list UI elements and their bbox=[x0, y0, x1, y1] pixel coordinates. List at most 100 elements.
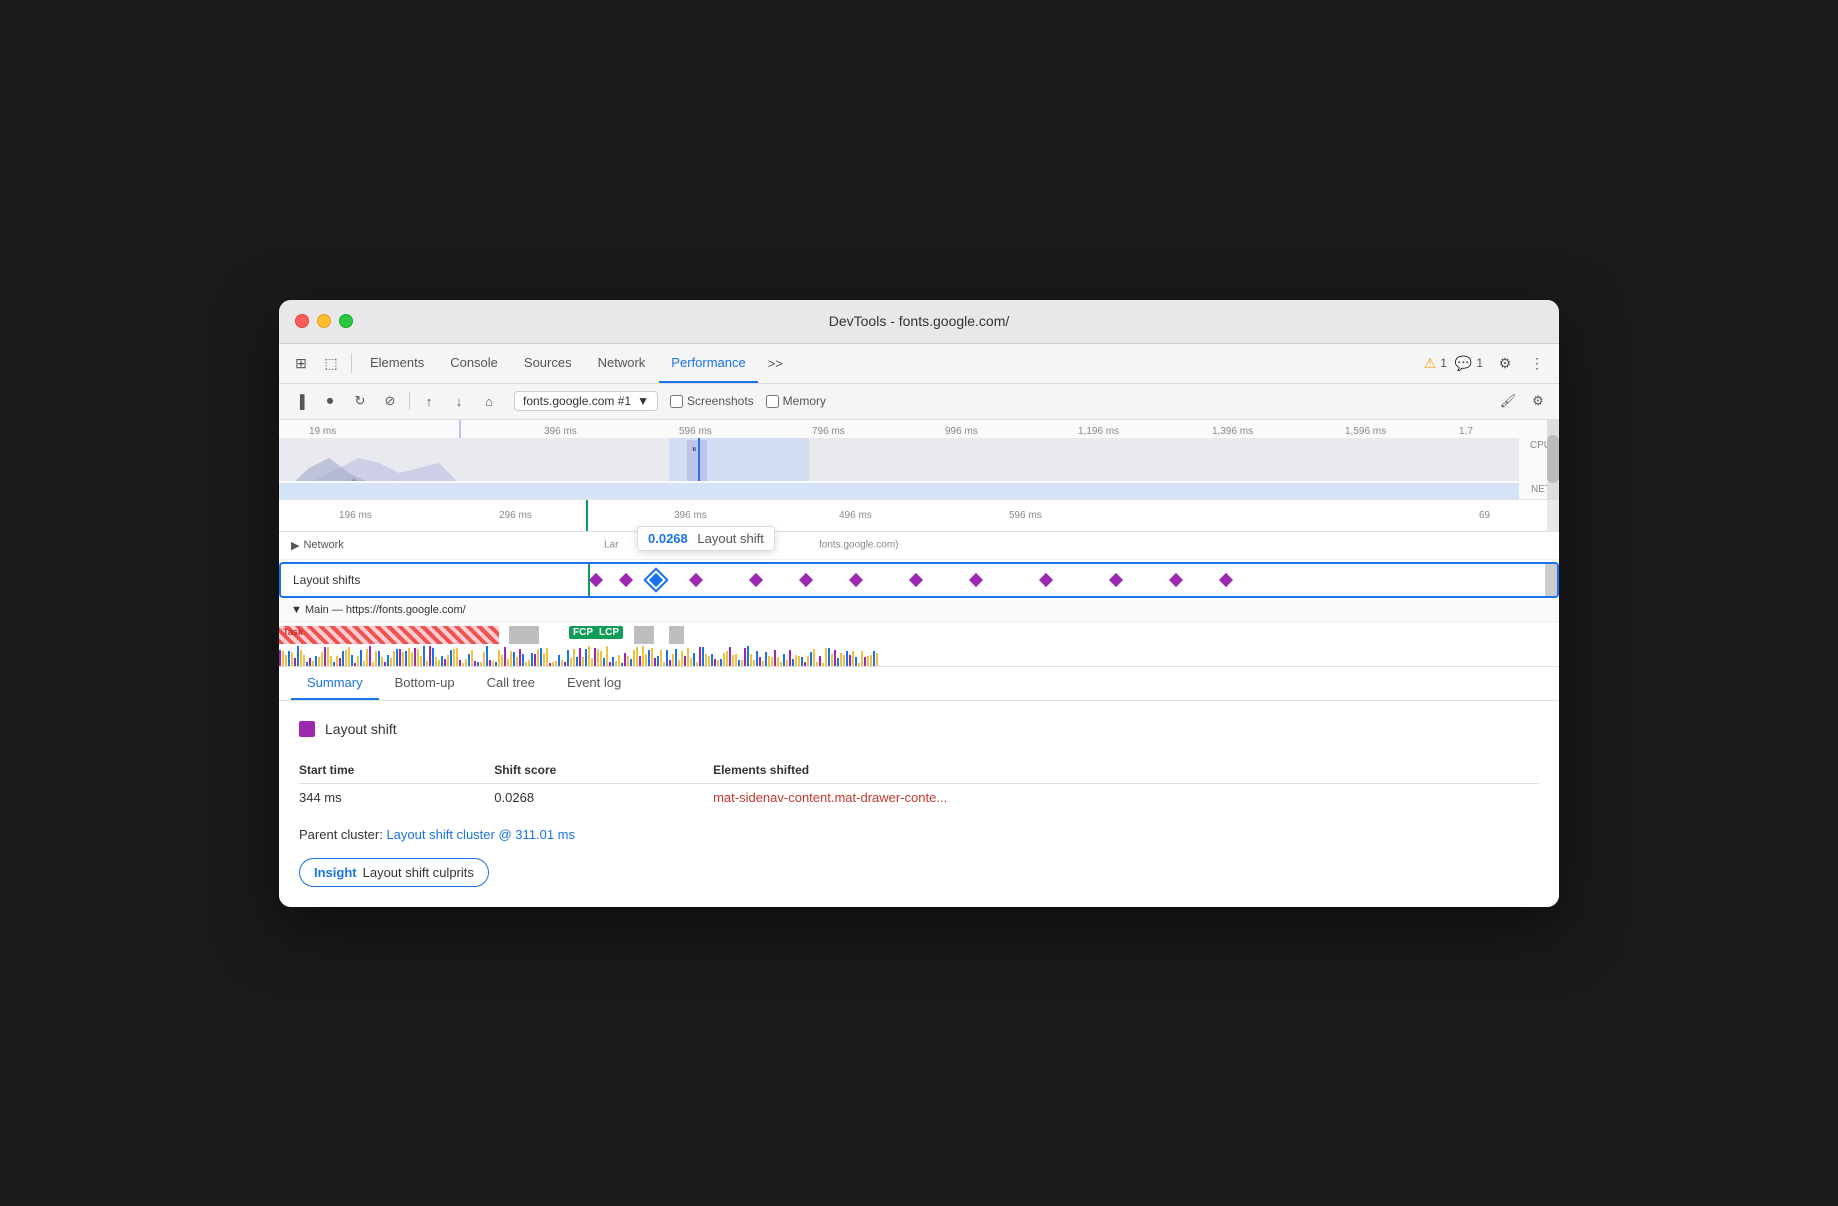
tab-console[interactable]: Console bbox=[438, 343, 510, 383]
insight-button[interactable]: Insight Layout shift culprits bbox=[299, 858, 489, 887]
lar-label: Lar bbox=[604, 540, 618, 551]
refresh-record-icon[interactable]: ↻ bbox=[347, 388, 373, 414]
time-marker-6: 1,396 ms bbox=[1212, 426, 1253, 437]
warning-badge[interactable]: ⚠ 1 bbox=[1424, 355, 1447, 372]
maximize-button[interactable] bbox=[339, 314, 353, 328]
gear-icon[interactable]: ⚙ bbox=[1525, 388, 1551, 414]
diamond-3[interactable] bbox=[749, 572, 763, 586]
upload-icon[interactable]: ↑ bbox=[416, 388, 442, 414]
cpu-chart: ⏸ bbox=[279, 438, 1519, 481]
layout-shifts-track[interactable]: Layout shifts bbox=[279, 562, 1559, 598]
diamond-6[interactable] bbox=[909, 572, 923, 586]
layout-shifts-track-container: Layout shifts bbox=[279, 562, 1559, 598]
record-icon[interactable]: ⏺ bbox=[317, 388, 343, 414]
tab-event-log[interactable]: Event log bbox=[551, 667, 637, 700]
minimize-button[interactable] bbox=[317, 314, 331, 328]
col-elements-shifted: Elements shifted bbox=[713, 757, 1539, 784]
settings-icon[interactable]: ⚙ bbox=[1491, 349, 1519, 377]
tab-performance[interactable]: Performance bbox=[659, 343, 757, 383]
tab-network[interactable]: Network bbox=[586, 343, 658, 383]
task-bar-red: Task bbox=[279, 626, 499, 644]
tab-call-tree[interactable]: Call tree bbox=[471, 667, 551, 700]
diamond-5[interactable] bbox=[849, 572, 863, 586]
main-track-header[interactable]: ▼ Main — https://fonts.google.com/ bbox=[279, 600, 1559, 622]
overview-scrollbar-thumb[interactable] bbox=[1547, 435, 1559, 482]
detail-scrollbar[interactable] bbox=[1547, 500, 1559, 531]
screenshots-checkbox-input[interactable] bbox=[670, 395, 683, 408]
perf-toolbar: ▐ ⏺ ↻ ⊘ ↑ ↓ ⌂ fonts.google.com #1 ▼ Scre… bbox=[279, 384, 1559, 420]
url-dropdown-icon: ▼ bbox=[637, 394, 649, 408]
time-marker-4: 996 ms bbox=[945, 426, 978, 437]
brush-icon[interactable]: 🖌 bbox=[1495, 388, 1521, 414]
cell-shift-score: 0.0268 bbox=[494, 783, 713, 811]
devtools-window: DevTools - fonts.google.com/ ⊞ ⬚ Element… bbox=[279, 300, 1559, 907]
sidebar-toggle-icon[interactable]: ▐ bbox=[287, 388, 313, 414]
task-bar-gray-2 bbox=[634, 626, 654, 644]
detail-marker-1: 296 ms bbox=[499, 510, 532, 521]
layout-shift-tooltip: 0.0268 Layout shift bbox=[637, 526, 775, 551]
table-row: 344 ms 0.0268 mat-sidenav-content.mat-dr… bbox=[299, 783, 1539, 811]
tab-bottom-up[interactable]: Bottom-up bbox=[379, 667, 471, 700]
overview-section[interactable]: 19 ms 396 ms 596 ms 796 ms 996 ms 1,196 … bbox=[279, 420, 1559, 500]
diamond-1[interactable] bbox=[619, 572, 633, 586]
shifts-scrollbar[interactable] bbox=[1545, 564, 1557, 596]
warning-icon: ⚠ bbox=[1424, 355, 1437, 372]
traffic-lights bbox=[295, 314, 353, 328]
diamond-9[interactable] bbox=[1109, 572, 1123, 586]
diamond-11[interactable] bbox=[1219, 572, 1233, 586]
diamond-8[interactable] bbox=[1039, 572, 1053, 586]
info-badge[interactable]: 💬 1 bbox=[1455, 355, 1483, 372]
download-icon[interactable]: ↓ bbox=[446, 388, 472, 414]
network-label-text: Network bbox=[303, 539, 343, 551]
close-button[interactable] bbox=[295, 314, 309, 328]
memory-label: Memory bbox=[783, 394, 826, 408]
memory-checkbox[interactable]: Memory bbox=[766, 394, 826, 408]
parent-cluster-link[interactable]: Layout shift cluster @ 311.01 ms bbox=[386, 827, 575, 842]
nav-right-controls: ⚠ 1 💬 1 ⚙ ⋮ bbox=[1424, 349, 1551, 377]
time-marker-7: 1,596 ms bbox=[1345, 426, 1386, 437]
more-options-icon[interactable]: ⋮ bbox=[1523, 349, 1551, 377]
nav-bar: ⊞ ⬚ Elements Console Sources Network Per… bbox=[279, 344, 1559, 384]
diamond-selected[interactable] bbox=[646, 570, 666, 590]
summary-panel: Layout shift Start time Shift score Elem… bbox=[279, 701, 1559, 907]
detail-marker-3: 496 ms bbox=[839, 510, 872, 521]
tab-elements[interactable]: Elements bbox=[358, 343, 436, 383]
more-tabs-button[interactable]: >> bbox=[760, 356, 791, 371]
task-bar-gray-3 bbox=[669, 626, 684, 644]
summary-table: Start time Shift score Elements shifted … bbox=[299, 757, 1539, 811]
clear-icon[interactable]: ⊘ bbox=[377, 388, 403, 414]
svg-text:⏸: ⏸ bbox=[692, 444, 697, 454]
diamond-7[interactable] bbox=[969, 572, 983, 586]
network-track-content: Lar Fan fonts.google.com) bbox=[379, 532, 1547, 559]
parent-cluster-prefix: Parent cluster: bbox=[299, 827, 383, 842]
url-label: fonts.google.com #1 bbox=[523, 394, 631, 408]
main-track-content: Task FCP LCP // Generate mini bars dynam… bbox=[279, 622, 1559, 666]
diamond-2[interactable] bbox=[689, 572, 703, 586]
tab-summary[interactable]: Summary bbox=[291, 667, 379, 700]
detail-marker-4: 596 ms bbox=[1009, 510, 1042, 521]
diamond-0[interactable] bbox=[589, 572, 603, 586]
fcp-badge: FCP bbox=[569, 626, 597, 639]
memory-checkbox-input[interactable] bbox=[766, 395, 779, 408]
inspect-icon[interactable]: ⬚ bbox=[317, 349, 345, 377]
overview-scrollbar[interactable] bbox=[1547, 420, 1559, 499]
url-selector[interactable]: fonts.google.com #1 ▼ bbox=[514, 391, 658, 411]
layout-shifts-content: 0.0268 Layout shift bbox=[381, 564, 1557, 596]
time-marker-0: 19 ms bbox=[309, 426, 336, 437]
dock-icon[interactable]: ⊞ bbox=[287, 349, 315, 377]
network-track-label[interactable]: ▶ Network bbox=[279, 539, 379, 552]
home-icon[interactable]: ⌂ bbox=[476, 388, 502, 414]
detail-time-markers-row: 196 ms 296 ms 396 ms 496 ms 596 ms 69 bbox=[279, 500, 1559, 532]
lcp-badge: LCP bbox=[595, 626, 623, 639]
tooltip-score: 0.0268 bbox=[648, 531, 688, 546]
task-bar-gray-1 bbox=[509, 626, 539, 644]
insight-text: Layout shift culprits bbox=[363, 865, 474, 880]
screenshots-checkbox[interactable]: Screenshots bbox=[670, 394, 754, 408]
elements-shifted-link[interactable]: mat-sidenav-content.mat-drawer-conte... bbox=[713, 790, 947, 805]
green-marker-line bbox=[586, 500, 588, 531]
tab-sources[interactable]: Sources bbox=[512, 343, 584, 383]
sep1 bbox=[409, 392, 410, 410]
purple-square-icon bbox=[299, 721, 315, 737]
diamond-10[interactable] bbox=[1169, 572, 1183, 586]
diamond-4[interactable] bbox=[799, 572, 813, 586]
